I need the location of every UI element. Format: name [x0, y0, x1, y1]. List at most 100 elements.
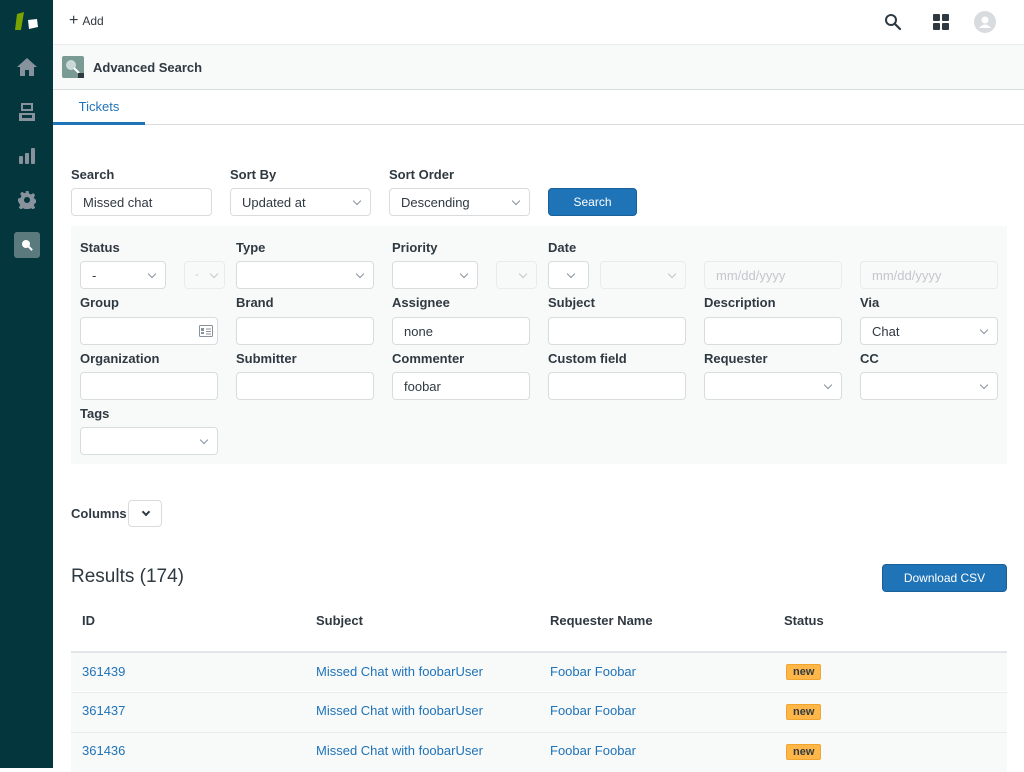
- top-bar: + Add: [53, 0, 1024, 45]
- add-button[interactable]: + Add: [69, 12, 104, 29]
- cc-select[interactable]: [860, 372, 998, 400]
- custom-field-label: Custom field: [548, 351, 627, 366]
- chevron-down-icon: [667, 269, 677, 279]
- group-label: Group: [80, 295, 119, 310]
- type-select[interactable]: [236, 261, 374, 289]
- chevron-down-icon: [823, 380, 833, 390]
- sidebar-item-reporting[interactable]: [14, 143, 40, 169]
- assignee-input[interactable]: none: [392, 317, 530, 345]
- download-csv-button[interactable]: Download CSV: [882, 564, 1007, 592]
- search-input[interactable]: Missed chat: [71, 188, 212, 216]
- subject-label: Subject: [548, 295, 595, 310]
- requester-link[interactable]: Foobar Foobar: [550, 664, 636, 679]
- table-row[interactable]: 361439 Missed Chat with foobarUser Fooba…: [71, 651, 1007, 691]
- sidebar-item-admin[interactable]: [14, 187, 40, 213]
- submitter-label: Submitter: [236, 351, 297, 366]
- column-header-subject[interactable]: Subject: [316, 613, 363, 628]
- requester-link[interactable]: Foobar Foobar: [550, 743, 636, 758]
- table-row[interactable]: 361436 Missed Chat with foobarUser Fooba…: [71, 732, 1007, 772]
- search-icon[interactable]: [884, 13, 902, 31]
- chevron-down-icon: [147, 269, 157, 279]
- ticket-subject-link[interactable]: Missed Chat with foobarUser: [316, 664, 483, 679]
- ticket-subject-link[interactable]: Missed Chat with foobarUser: [316, 743, 483, 758]
- chevron-down-icon: [511, 196, 521, 206]
- column-header-status[interactable]: Status: [784, 613, 824, 628]
- ticket-id-link[interactable]: 361439: [82, 664, 125, 679]
- columns-label: Columns: [71, 506, 127, 521]
- advanced-search-app-icon: [62, 56, 84, 78]
- sort-order-label: Sort Order: [389, 167, 455, 182]
- sort-order-select[interactable]: Descending: [389, 188, 530, 216]
- status-label: Status: [80, 240, 120, 255]
- app-header: Advanced Search: [53, 45, 1024, 90]
- commenter-input[interactable]: foobar: [392, 372, 530, 400]
- chevron-down-icon: [141, 507, 151, 517]
- requester-link[interactable]: Foobar Foobar: [550, 703, 636, 718]
- date-label: Date: [548, 240, 577, 255]
- ticket-id-link[interactable]: 361436: [82, 743, 125, 758]
- subject-input[interactable]: [548, 317, 686, 345]
- organization-input[interactable]: [80, 372, 218, 400]
- status-badge: new: [786, 704, 822, 720]
- priority-operator-select[interactable]: [496, 261, 537, 289]
- status-select[interactable]: -: [80, 261, 166, 289]
- chevron-down-icon: [355, 269, 365, 279]
- tags-label: Tags: [80, 406, 110, 421]
- chevron-down-icon: [209, 269, 219, 279]
- cc-label: CC: [860, 351, 879, 366]
- sidebar: [0, 0, 53, 768]
- table-row[interactable]: 361437 Missed Chat with foobarUser Fooba…: [71, 692, 1007, 732]
- chevron-down-icon: [518, 269, 528, 279]
- sidebar-item-home[interactable]: [14, 54, 40, 80]
- user-icon: [979, 16, 991, 28]
- submitter-input[interactable]: [236, 372, 374, 400]
- page-title: Advanced Search: [93, 60, 203, 75]
- status-operator-select[interactable]: -: [184, 261, 225, 289]
- chevron-down-icon: [459, 269, 469, 279]
- type-label: Type: [236, 240, 266, 255]
- tab-bar: Tickets: [53, 90, 1024, 125]
- chevron-down-icon: [566, 269, 576, 279]
- chevron-down-icon: [199, 435, 209, 445]
- via-label: Via: [860, 295, 880, 310]
- group-input[interactable]: [80, 317, 218, 345]
- brand-label: Brand: [236, 295, 274, 310]
- tab-tickets[interactable]: Tickets: [53, 90, 145, 125]
- search-icon: [22, 240, 33, 251]
- gear-icon: [18, 191, 36, 209]
- custom-field-input[interactable]: [548, 372, 686, 400]
- home-icon: [17, 58, 37, 76]
- assignee-label: Assignee: [392, 295, 450, 310]
- plus-icon: +: [69, 12, 79, 29]
- brand-input[interactable]: [236, 317, 374, 345]
- column-header-requester-name[interactable]: Requester Name: [550, 613, 653, 628]
- column-header-id[interactable]: ID: [82, 613, 95, 628]
- columns-dropdown-button[interactable]: [128, 500, 162, 527]
- search-button[interactable]: Search: [548, 188, 637, 216]
- reporting-icon: [19, 148, 35, 164]
- sidebar-item-views[interactable]: [14, 99, 40, 125]
- requester-select[interactable]: [704, 372, 842, 400]
- date-to-input[interactable]: mm/dd/yyyy: [860, 261, 998, 289]
- ticket-id-link[interactable]: 361437: [82, 703, 125, 718]
- zendesk-logo[interactable]: [15, 12, 39, 32]
- ticket-subject-link[interactable]: Missed Chat with foobarUser: [316, 703, 483, 718]
- contact-card-icon: [199, 325, 213, 337]
- description-label: Description: [704, 295, 776, 310]
- tags-select[interactable]: [80, 427, 218, 455]
- date-from-input[interactable]: mm/dd/yyyy: [704, 261, 842, 289]
- results-title: Results (174): [71, 566, 184, 587]
- apps-grid-icon[interactable]: [933, 14, 949, 30]
- search-label: Search: [71, 167, 115, 182]
- status-badge: new: [786, 744, 822, 760]
- priority-select[interactable]: [392, 261, 478, 289]
- via-select[interactable]: Chat: [860, 317, 998, 345]
- chevron-down-icon: [352, 196, 362, 206]
- user-avatar[interactable]: [974, 11, 996, 33]
- sidebar-item-advanced-search[interactable]: [14, 232, 40, 258]
- sort-by-select[interactable]: Updated at: [230, 188, 371, 216]
- description-input[interactable]: [704, 317, 842, 345]
- date-field-select[interactable]: [548, 261, 589, 289]
- priority-label: Priority: [392, 240, 438, 255]
- date-operator-select[interactable]: [600, 261, 686, 289]
